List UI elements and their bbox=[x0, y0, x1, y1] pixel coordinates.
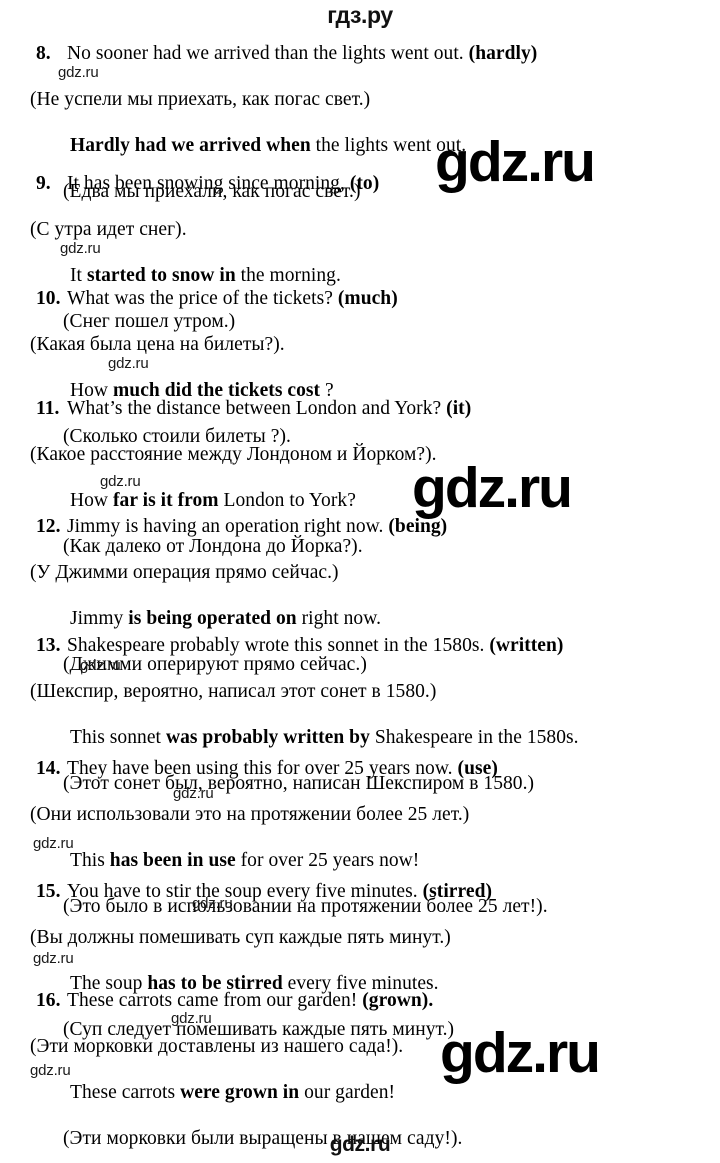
exercise-answer-prefix: It bbox=[70, 265, 87, 286]
exercise-item: 16. These carrots came from our garden! (… bbox=[0, 991, 720, 1148]
exercise-keyword: (it) bbox=[446, 398, 472, 419]
watermark-small: gdz.ru bbox=[33, 950, 74, 967]
exercise-answer-suffix: right now. bbox=[296, 608, 381, 629]
exercise-answer-prefix: This bbox=[70, 850, 110, 871]
exercise-prompt-text: These carrots came from our garden! (gro… bbox=[36, 991, 433, 1011]
exercise-answer-line: This has been in use for over 25 years n… bbox=[0, 851, 720, 871]
exercise-answer-suffix: for over 25 years now! bbox=[235, 850, 420, 871]
exercise-prompt-text: You have to stir the soup every five min… bbox=[36, 882, 492, 902]
watermark-large: gdz.ru bbox=[435, 130, 596, 194]
exercise-answer-suffix: London to York? bbox=[218, 490, 356, 511]
exercise-prompt-sentence: What’s the distance between London and Y… bbox=[67, 398, 447, 419]
exercise-answer-line: It started to snow in the morning. bbox=[0, 266, 720, 286]
exercise-prompt-sentence: Jimmy is having an operation right now. bbox=[67, 516, 389, 537]
exercise-prompt-translation: (Эти морковки доставлены из нашего сада!… bbox=[30, 1035, 404, 1057]
exercise-number: 15. bbox=[36, 881, 61, 902]
exercise-answer-highlight: started to snow in bbox=[86, 265, 236, 286]
exercise-number: 12. bbox=[36, 516, 61, 537]
exercise-answer-suffix: Shakespeare in the 1580s. bbox=[369, 727, 579, 748]
exercise-answer-highlight: Hardly had we arrived when bbox=[70, 135, 311, 156]
exercise-prompt-line: 16. These carrots came from our garden! (… bbox=[0, 991, 720, 1011]
exercise-prompt-translation: (Вы должны помешивать суп каждые пять ми… bbox=[30, 926, 451, 948]
watermark-small: gdz.ru bbox=[173, 785, 214, 802]
exercise-prompt-text: Jimmy is having an operation right now. … bbox=[36, 517, 447, 537]
exercise-answer-prefix: Jimmy bbox=[70, 608, 129, 629]
exercise-prompt-sentence: You have to stir the soup every five min… bbox=[67, 881, 423, 902]
site-logo-footer: gdz.ru bbox=[329, 1133, 391, 1156]
exercise-answer-line: Hardly had we arrived when the lights we… bbox=[0, 136, 720, 156]
exercise-answer-prefix: These carrots bbox=[70, 1082, 181, 1103]
exercise-number: 10. bbox=[36, 288, 61, 309]
exercise-number: 9. bbox=[36, 173, 51, 194]
exercise-prompt-line: 13. Shakespeare probably wrote this sonne… bbox=[0, 636, 720, 656]
exercise-prompt-line: 9. It has been snowing since morning, (to… bbox=[0, 174, 720, 194]
exercise-answer-line: This sonnet was probably written by Shak… bbox=[0, 728, 720, 748]
exercise-prompt-text: It has been snowing since morning, (to) bbox=[36, 174, 379, 194]
exercise-keyword: (stirred) bbox=[422, 881, 493, 902]
exercise-answer-line: Jimmy is being operated on right now. bbox=[0, 609, 720, 629]
exercise-keyword: (written) bbox=[489, 635, 564, 656]
exercise-prompt-text: Shakespeare probably wrote this sonnet i… bbox=[36, 636, 563, 656]
exercise-answer-highlight: were grown in bbox=[180, 1082, 300, 1103]
exercise-prompt-sentence: It has been snowing since morning, bbox=[67, 173, 350, 194]
exercise-answer-suffix: the morning. bbox=[235, 265, 341, 286]
exercise-prompt-translation: (Какая была цена на билеты?). bbox=[30, 333, 285, 355]
exercise-prompt-translation: (У Джимми операция прямо сейчас.) bbox=[30, 561, 339, 583]
exercise-answer-prefix: This sonnet bbox=[70, 727, 166, 748]
site-logo-header: гдз.ру bbox=[327, 2, 393, 28]
watermark-large: gdz.ru bbox=[412, 456, 573, 520]
exercise-keyword: (grown). bbox=[362, 990, 434, 1011]
exercise-answer-suffix: our garden! bbox=[299, 1082, 396, 1103]
watermark-small: gdz.ru bbox=[100, 473, 141, 490]
exercise-number: 11. bbox=[36, 398, 60, 419]
exercise-prompt-sentence: They have been using this for over 25 ye… bbox=[67, 758, 458, 779]
exercise-prompt-text: No sooner had we arrived than the lights… bbox=[36, 44, 537, 64]
exercise-answer-highlight: was probably written by bbox=[165, 727, 370, 748]
exercise-prompt-text: What was the price of the tickets? (much… bbox=[36, 289, 398, 309]
exercise-prompt-line: 11. What’s the distance between London an… bbox=[0, 399, 720, 419]
watermark-small: gdz.ru bbox=[80, 657, 121, 674]
exercise-answer-prefix: How bbox=[70, 490, 113, 511]
exercise-prompt-line: 15. You have to stir the soup every five … bbox=[0, 882, 720, 902]
exercise-number: 16. bbox=[36, 990, 61, 1011]
exercise-keyword: (hardly) bbox=[468, 43, 538, 64]
exercise-prompt-translation: (Они использовали это на протяжении боле… bbox=[30, 803, 470, 825]
watermark-large: gdz.ru bbox=[440, 1021, 601, 1085]
exercise-number: 8. bbox=[36, 43, 51, 64]
exercise-prompt-translation: (С утра идет снег). bbox=[30, 218, 187, 240]
exercise-prompt-line: 14. They have been using this for over 25… bbox=[0, 759, 720, 779]
exercise-prompt-text: They have been using this for over 25 ye… bbox=[36, 759, 498, 779]
exercise-prompt-translation: (Не успели мы приехать, как погас свет.) bbox=[30, 88, 371, 110]
watermark-small: gdz.ru bbox=[33, 835, 74, 852]
exercise-prompt-text: What’s the distance between London and Y… bbox=[36, 399, 471, 419]
watermark-small: gdz.ru bbox=[171, 1010, 212, 1027]
exercise-answer-line: These carrots were grown in our garden! bbox=[0, 1083, 720, 1103]
watermark-small: gdz.ru bbox=[60, 240, 101, 257]
watermark-small: gdz.ru bbox=[108, 355, 149, 372]
watermark-small: gdz.ru bbox=[30, 1062, 71, 1079]
exercise-prompt-line: 10. What was the price of the tickets? (m… bbox=[0, 289, 720, 309]
exercise-number: 14. bbox=[36, 758, 61, 779]
exercise-prompt-line: 12. Jimmy is having an operation right no… bbox=[0, 517, 720, 537]
exercise-prompt-sentence: No sooner had we arrived than the lights… bbox=[67, 43, 469, 64]
exercise-number: 13. bbox=[36, 635, 61, 656]
exercise-keyword: (use) bbox=[457, 758, 498, 779]
exercise-prompt-sentence: What was the price of the tickets? bbox=[67, 288, 338, 309]
exercise-prompt-sentence: Shakespeare probably wrote this sonnet i… bbox=[67, 635, 490, 656]
exercise-answer-highlight: has been in use bbox=[109, 850, 236, 871]
exercise-prompt-line: 8. No sooner had we arrived than the ligh… bbox=[0, 44, 720, 64]
exercise-keyword: (much) bbox=[337, 288, 398, 309]
exercise-answer-highlight: far is it from bbox=[113, 490, 219, 511]
exercise-prompt-translation: (Какое расстояние между Лондоном и Йорко… bbox=[30, 443, 437, 465]
exercise-prompt-sentence: These carrots came from our garden! bbox=[67, 990, 363, 1011]
watermark-small: gdz.ru bbox=[192, 895, 233, 912]
exercise-answer-line: How far is it from London to York? bbox=[0, 491, 720, 511]
exercise-prompt-translation: (Шекспир, вероятно, написал этот сонет в… bbox=[30, 680, 437, 702]
exercise-keyword: (to) bbox=[349, 173, 380, 194]
watermark-small: gdz.ru bbox=[58, 64, 99, 81]
exercise-answer-highlight: is being operated on bbox=[128, 608, 297, 629]
